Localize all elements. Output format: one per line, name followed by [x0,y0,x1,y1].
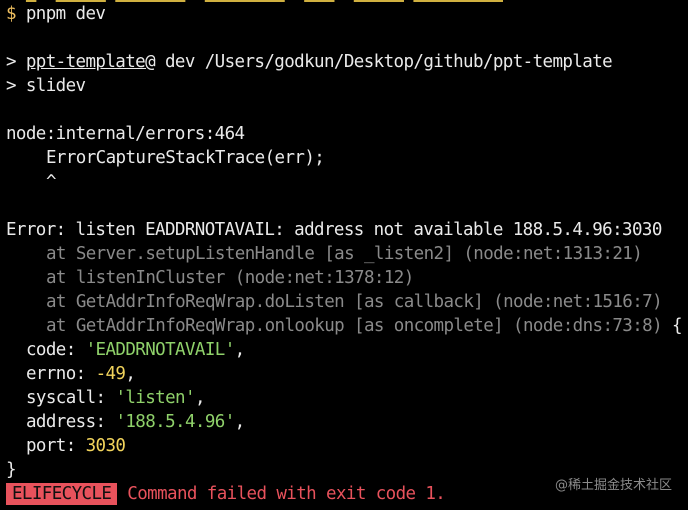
close-brace: } [6,460,17,480]
stack-frame: at GetAddrInfoReqWrap.doListen [as callb… [46,292,663,312]
field-syscall: syscall: 'listen', [26,388,205,408]
terminal-window[interactable]: ▬ ▬▬▬▬▬ ▬▬▬▬▬▬▬ ▬▬▬▬▬▬▬▬ ▬▬▬ ▬▬▬▬▬ ▬▬▬▬▬… [0,0,688,510]
stack-frame: at Server.setupListenHandle [as _listen2… [46,244,643,264]
trace-caret: ^ [46,172,57,192]
package-name: ppt-template@ [25,52,156,72]
command-text: pnpm dev [25,4,106,24]
stack-frame: at GetAddrInfoReqWrap.onlookup [as oncom… [46,316,683,336]
lifecycle-line: ELIFECYCLE Command failed with exit code… [6,482,446,506]
script-path: dev /Users/godkun/Desktop/github/ppt-tem… [155,52,613,72]
failure-message: Command failed with exit code 1. [127,484,446,504]
error-message: Error: listen EADDRNOTAVAIL: address not… [6,220,662,240]
stack-frame: at listenInCluster (node:net:1378:12) [46,268,414,288]
trace-location: node:internal/errors:464 [6,124,245,144]
field-errno: errno: -49, [26,364,136,384]
slidev-line: > slidev [6,76,86,96]
watermark: @稀土掘金技术社区 [554,478,672,493]
trace-code: ErrorCaptureStackTrace(err); [46,148,325,168]
field-port: port: 3030 [26,436,126,456]
prompt-symbol: $ [6,4,17,24]
run-arrow: > [6,52,17,72]
field-code: code: 'EADDRNOTAVAIL', [26,340,245,360]
elifecycle-badge: ELIFECYCLE [6,483,118,505]
open-brace: { [672,316,683,336]
field-address: address: '188.5.4.96', [26,412,245,432]
prompt-line: $ pnpm dev [6,2,106,26]
run-script-line: > ppt-template@ dev /Users/godkun/Deskto… [6,50,613,74]
